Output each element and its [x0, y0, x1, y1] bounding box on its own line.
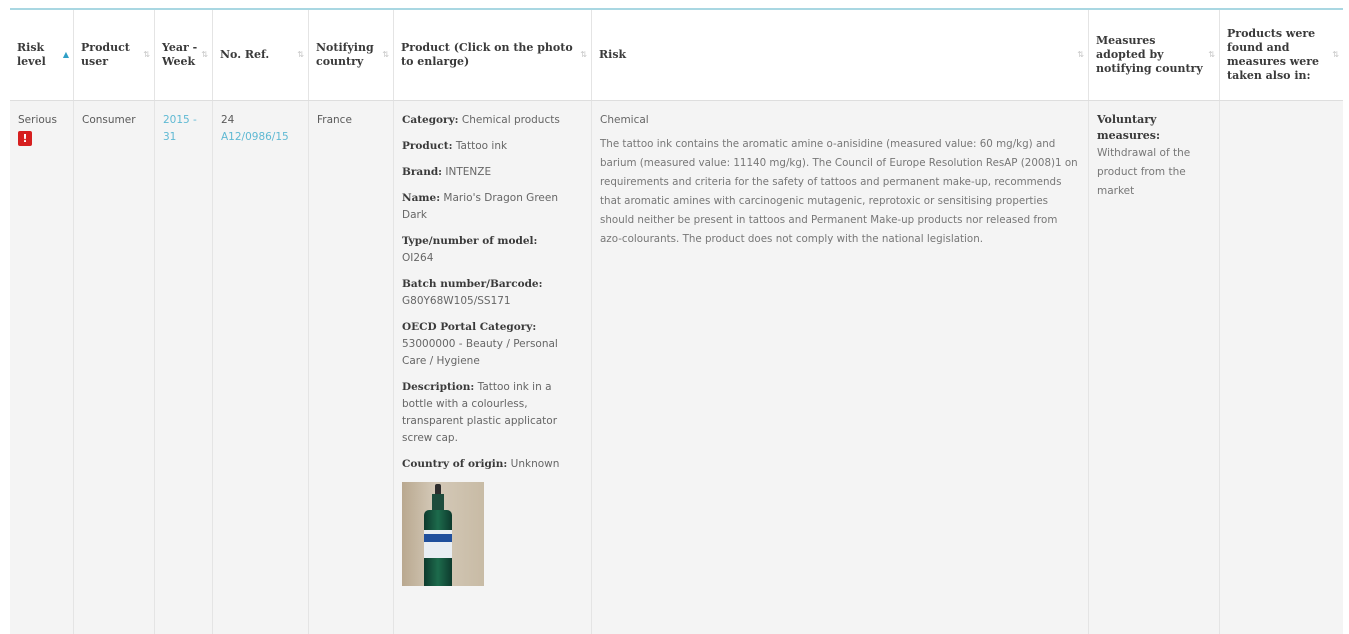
product-brand: Brand: INTENZE [402, 164, 583, 181]
product-model: Type/number of model: OI264 [402, 233, 583, 267]
cell-product-user: Consumer [74, 101, 155, 634]
field-label: Category: [402, 114, 459, 126]
risk-type: Chemical [600, 114, 649, 126]
product-oecd-category: OECD Portal Category: 53000000 - Beauty … [402, 319, 583, 370]
cell-risk: Chemical The tattoo ink contains the aro… [592, 101, 1089, 634]
field-value: OI264 [402, 252, 434, 264]
cell-notifying-country: France [309, 101, 394, 634]
product-photo-thumbnail[interactable] [402, 482, 484, 586]
product-type: Product: Tattoo ink [402, 138, 583, 155]
field-value: Unknown [510, 458, 560, 470]
cell-also-in [1220, 101, 1343, 634]
col-measures-header[interactable]: Measures adopted by notifying country ⇅ [1089, 10, 1220, 100]
sort-icon[interactable]: ⇅ [297, 50, 304, 60]
field-value: Tattoo ink [455, 140, 508, 152]
sort-ascending-icon[interactable]: ▲ [63, 50, 69, 60]
ref-number: 24 [221, 114, 235, 126]
notifying-country-text: France [317, 114, 352, 126]
col-risk-level-header[interactable]: Risk level ▲ [10, 10, 74, 100]
bottle-label-band [424, 534, 452, 542]
cell-no-ref: 24 A12/0986/15 [213, 101, 309, 634]
sort-icon[interactable]: ⇅ [201, 50, 208, 60]
cell-product: Category: Chemical products Product: Tat… [394, 101, 592, 634]
field-value: G80Y68W105/SS171 [402, 295, 511, 307]
col-year-week-header[interactable]: Year - Week ⇅ [155, 10, 213, 100]
col-label: Risk level [17, 41, 46, 68]
product-origin: Country of origin: Unknown [402, 456, 583, 473]
field-label: Description: [402, 381, 475, 393]
cell-risk-level: Serious ! [10, 101, 74, 634]
field-label: Batch number/Barcode: [402, 278, 543, 290]
year-week-link[interactable]: 2015 - 31 [163, 114, 197, 143]
risk-level-text: Serious [18, 114, 57, 126]
cell-measures: Voluntary measures: Withdrawal of the pr… [1089, 101, 1220, 634]
table-header: Risk level ▲ Product user ⇅ Year - Week … [10, 10, 1343, 101]
col-label: Product (Click on the photo to enlarge) [401, 41, 573, 68]
product-category: Category: Chemical products [402, 112, 583, 129]
field-label: Product: [402, 140, 453, 152]
col-label: Year - Week [162, 41, 198, 68]
field-label: Type/number of model: [402, 235, 538, 247]
sort-icon[interactable]: ⇅ [382, 50, 389, 60]
field-value: INTENZE [445, 166, 492, 178]
field-label: Name: [402, 192, 441, 204]
field-value: Chemical products [461, 114, 560, 126]
product-user-text: Consumer [82, 114, 136, 126]
col-label: Measures adopted by notifying country [1096, 34, 1203, 75]
ref-code-link[interactable]: A12/0986/15 [221, 131, 289, 143]
sort-icon[interactable]: ⇅ [143, 50, 150, 60]
col-product-header[interactable]: Product (Click on the photo to enlarge) … [394, 10, 592, 100]
cell-year-week: 2015 - 31 [155, 101, 213, 634]
alerts-table: Risk level ▲ Product user ⇅ Year - Week … [10, 10, 1343, 634]
col-product-user-header[interactable]: Product user ⇅ [74, 10, 155, 100]
measures-value: Withdrawal of the product from the marke… [1097, 147, 1191, 197]
field-label: Country of origin: [402, 458, 508, 470]
field-label: OECD Portal Category: [402, 321, 537, 333]
col-label: Products were found and measures were ta… [1227, 27, 1320, 82]
sort-icon[interactable]: ⇅ [1332, 50, 1339, 60]
col-notifying-country-header[interactable]: Notifying country ⇅ [309, 10, 394, 100]
col-also-in-header[interactable]: Products were found and measures were ta… [1220, 10, 1343, 100]
sort-icon[interactable]: ⇅ [1077, 50, 1084, 60]
risk-description: The tattoo ink contains the aromatic ami… [600, 138, 1078, 245]
sort-icon[interactable]: ⇅ [1208, 50, 1215, 60]
table-row: Serious ! Consumer 2015 - 31 24 A12/0986… [10, 101, 1343, 634]
col-no-ref-header[interactable]: No. Ref. ⇅ [213, 10, 309, 100]
serious-risk-icon: ! [18, 131, 32, 146]
col-risk-header[interactable]: Risk ⇅ [592, 10, 1089, 100]
field-label: Brand: [402, 166, 443, 178]
product-batch: Batch number/Barcode: G80Y68W105/SS171 [402, 276, 583, 310]
col-label: Product user [81, 41, 130, 68]
product-description: Description: Tattoo ink in a bottle with… [402, 379, 583, 447]
product-name: Name: Mario's Dragon Green Dark [402, 190, 583, 224]
sort-icon[interactable]: ⇅ [580, 50, 587, 60]
measures-label: Voluntary measures: [1097, 113, 1161, 142]
col-label: Risk [599, 48, 627, 61]
col-label: Notifying country [316, 41, 374, 68]
field-value: 53000000 - Beauty / Personal Care / Hygi… [402, 338, 558, 367]
col-label: No. Ref. [220, 48, 270, 61]
